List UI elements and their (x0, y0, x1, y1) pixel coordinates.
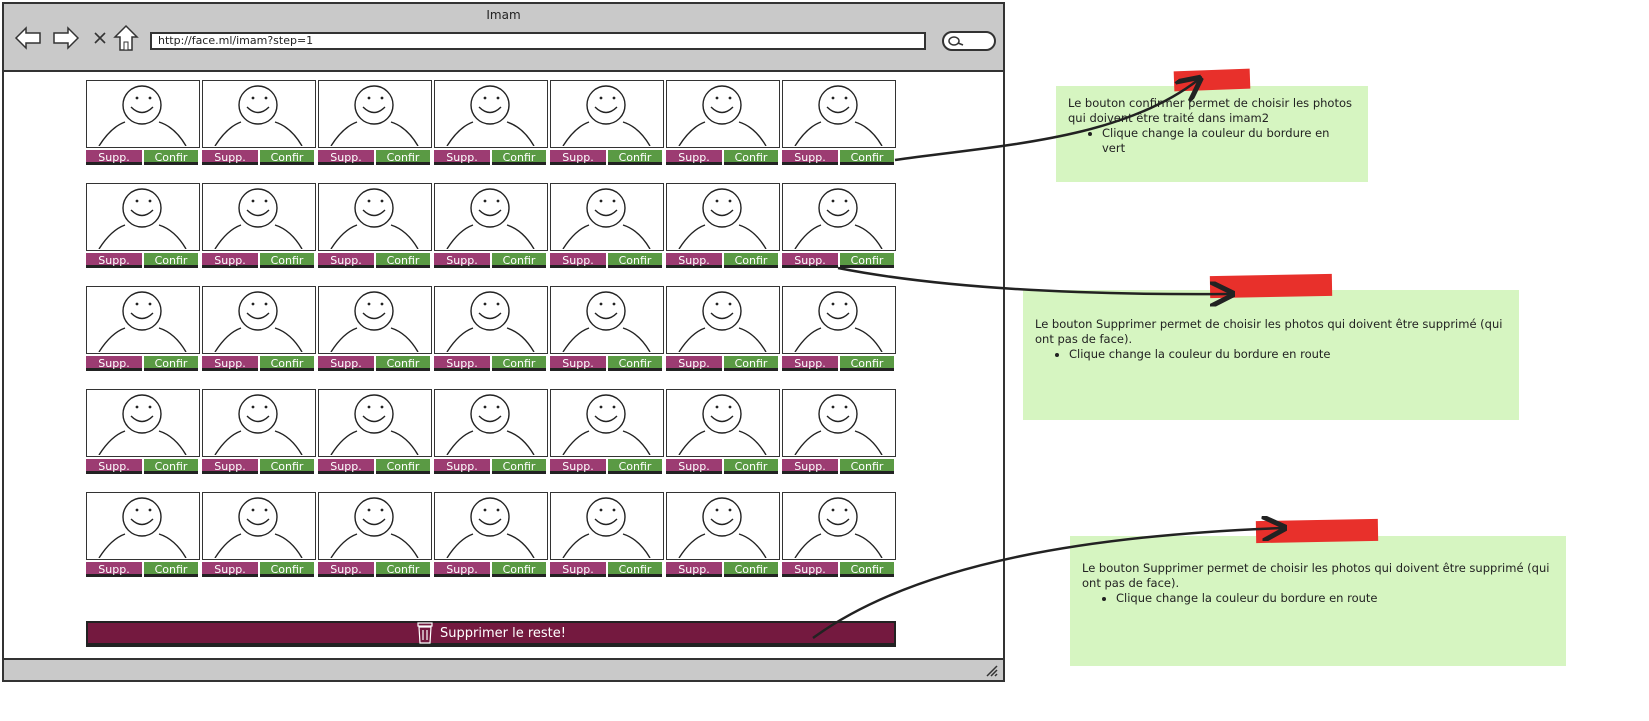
arrow-to-confirm-note (894, 80, 1198, 162)
annotation-arrows (812, 0, 1649, 640)
arrow-to-delete-rest-note (812, 528, 1282, 640)
arrow-to-delete-note (837, 266, 1230, 294)
